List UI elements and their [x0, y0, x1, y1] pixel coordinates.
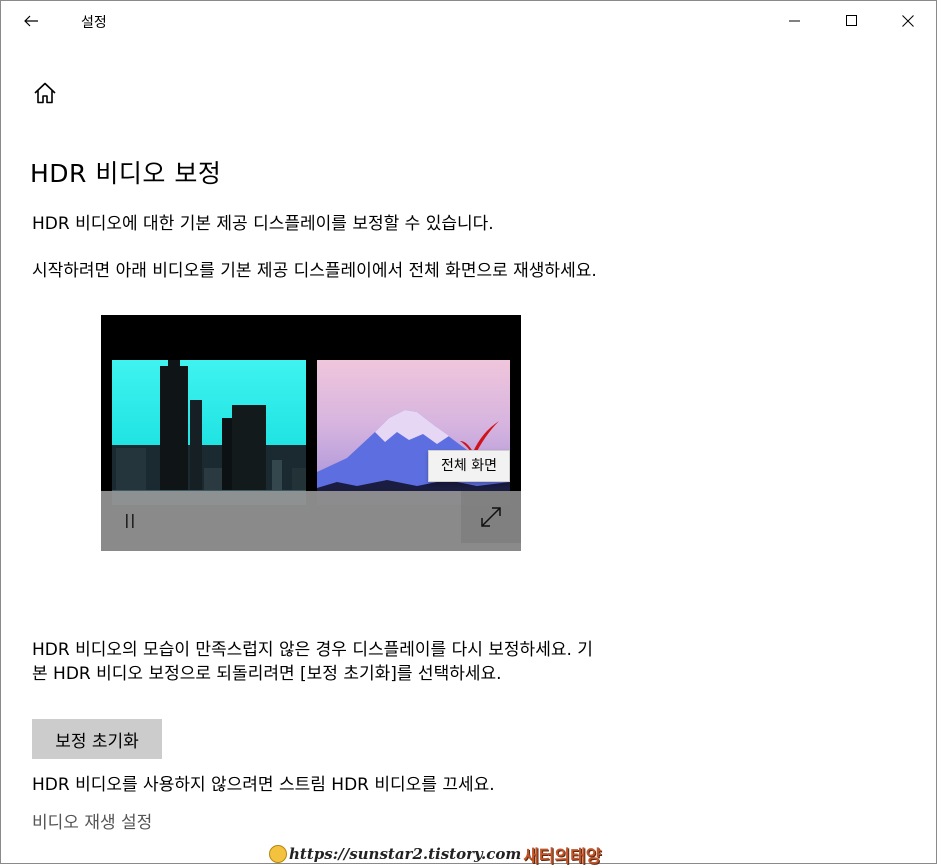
back-button[interactable] — [11, 5, 51, 37]
home-button[interactable] — [27, 75, 63, 111]
title-bar: 설정 — [1, 1, 936, 41]
pause-button[interactable] — [115, 505, 145, 537]
close-icon — [901, 15, 914, 27]
page-title: HDR 비디오 보정 — [30, 159, 222, 188]
disable-hdr-text: HDR 비디오를 사용하지 않으려면 스트림 HDR 비디오를 끄세요. — [32, 775, 495, 795]
intro-text: HDR 비디오에 대한 기본 제공 디스플레이를 보정할 수 있습니다. — [32, 214, 494, 234]
watermark-brand: 새터의태양 — [523, 846, 602, 867]
city-skyline-image — [112, 360, 306, 505]
instruction-text: 시작하려면 아래 비디오를 기본 제공 디스플레이에서 전체 화면으로 재생하세… — [32, 261, 597, 281]
video-controls — [101, 491, 521, 551]
home-icon — [34, 82, 56, 104]
back-arrow-icon — [24, 15, 38, 27]
fullscreen-button[interactable] — [461, 491, 521, 543]
pause-icon — [126, 514, 134, 528]
minimize-icon — [788, 20, 800, 22]
smiley-icon — [269, 845, 287, 863]
reset-instruction-text: HDR 비디오의 모습이 만족스럽지 않은 경우 디스플레이를 다시 보정하세요… — [32, 640, 593, 684]
fullscreen-tooltip: 전체 화면 — [428, 450, 510, 482]
watermark: https://sunstar2.tistory.com 새터의태양 — [269, 843, 602, 867]
window-title: 설정 — [81, 15, 107, 31]
fullscreen-expand-icon — [481, 507, 501, 527]
settings-window: 설정 HDR 비디오 보정 HDR 비디오에 대한 기본 제공 디스플레이를 보… — [0, 0, 937, 867]
maximize-icon — [845, 15, 857, 26]
maximize-button[interactable] — [823, 1, 880, 41]
minimize-button[interactable] — [766, 1, 823, 41]
watermark-url: https://sunstar2.tistory.com — [289, 845, 522, 863]
reset-calibration-button[interactable]: 보정 초기화 — [32, 719, 162, 759]
close-button[interactable] — [879, 1, 936, 41]
video-playback-settings-link[interactable]: 비디오 재생 설정 — [32, 808, 152, 833]
